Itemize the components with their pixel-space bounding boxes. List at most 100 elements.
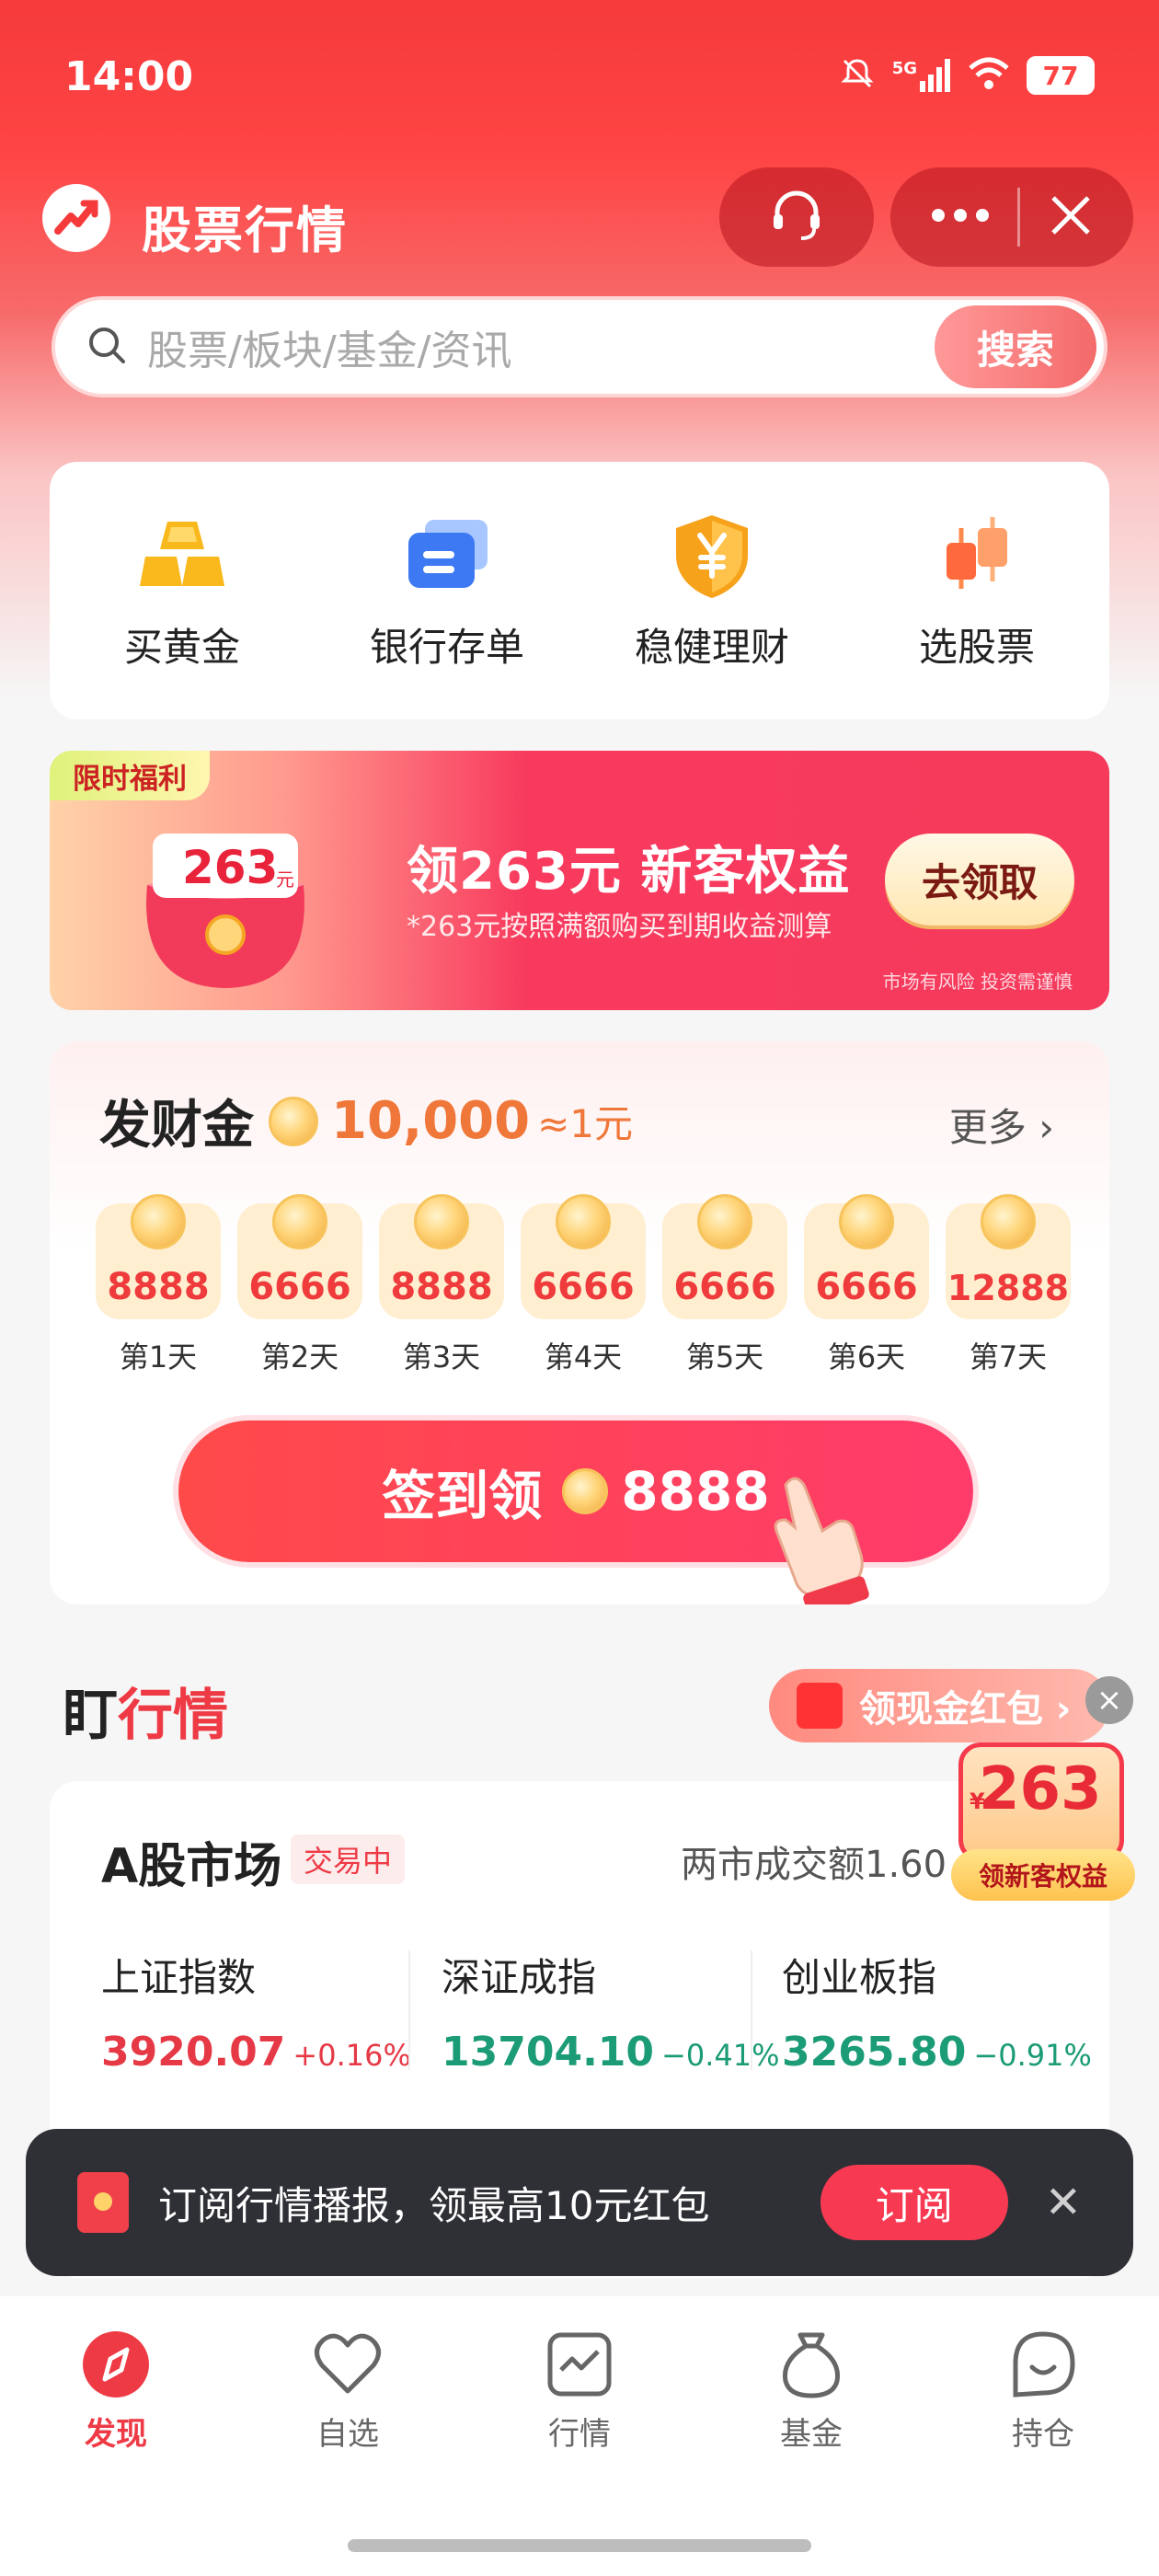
toast-text: 订阅行情播报，领最高10元红包: [158, 2182, 710, 2228]
quick-label: 买黄金: [123, 624, 240, 670]
battery-indicator: 77: [1027, 56, 1095, 95]
coin-icon: [414, 1194, 469, 1249]
checkin-days: 8888 第1天 6666 第2天 8888 第3天 6666 第4天 6666…: [96, 1194, 1071, 1376]
checkin-rate: ≈1元: [537, 1101, 634, 1146]
red-bag-icon: 263 元: [110, 821, 340, 995]
quick-item-gold[interactable]: 买黄金: [72, 510, 293, 673]
turnover-text: 两市成交额1.60: [681, 1844, 947, 1886]
day-label: 第2天: [260, 1340, 339, 1374]
nav-funds[interactable]: 基金: [719, 2329, 903, 2454]
checkin-amount: 10,000: [331, 1091, 531, 1151]
day-value: 8888: [107, 1266, 210, 1308]
more-options-icon[interactable]: [931, 208, 990, 226]
coin-icon: [562, 1468, 609, 1514]
checkin-button-amount: 8888: [621, 1460, 770, 1523]
quick-item-bank-deposit[interactable]: 银行存单: [337, 510, 557, 673]
nav-label: 持仓: [1012, 2416, 1074, 2453]
cash-redpack-button[interactable]: 领现金红包 ›: [769, 1669, 1109, 1742]
customer-service-button[interactable]: [719, 167, 874, 267]
pointing-hand-icon: [758, 1466, 887, 1616]
search-icon: [86, 325, 127, 369]
close-toast-icon[interactable]: ✕: [1045, 2177, 1082, 2228]
heart-icon: [313, 2329, 383, 2399]
day-item[interactable]: 8888 第3天: [379, 1194, 504, 1376]
signal-icon: 5G: [892, 59, 951, 92]
bag-unit: 元: [276, 868, 294, 891]
coin-icon: [269, 1096, 318, 1146]
home-indicator[interactable]: [348, 2539, 811, 2552]
search-input[interactable]: 股票/板块/基金/资讯: [147, 317, 935, 376]
divider: [1016, 188, 1020, 247]
checkin-title: 发财金: [99, 1096, 254, 1156]
index-shenzhen[interactable]: 深证成指 13704.10 −0.41%: [442, 1947, 780, 2076]
banner-subtitle: *263元按照满额购买到期收益测算: [407, 911, 832, 943]
day-label: 第1天: [119, 1340, 198, 1374]
red-envelope-icon: [77, 2172, 129, 2233]
nav-watchlist[interactable]: 自选: [256, 2329, 440, 2454]
quick-item-wealth[interactable]: 稳健理财: [602, 510, 822, 673]
new-user-float-promo[interactable]: ¥ 263 领新客权益: [951, 1742, 1135, 1901]
quick-menu: 买黄金 银行存单 稳健理财 选股票: [50, 462, 1109, 719]
day-item[interactable]: 6666 第2天: [237, 1194, 362, 1376]
search-bar[interactable]: 股票/板块/基金/资讯 搜索: [52, 296, 1107, 397]
quick-label: 选股票: [918, 624, 1035, 670]
index-chinext[interactable]: 创业板指 3265.80 −0.91%: [782, 1947, 1113, 2076]
nav-label: 基金: [780, 2416, 843, 2453]
day-item[interactable]: 12888 第7天: [946, 1194, 1071, 1376]
trading-status-badge: 交易中: [291, 1834, 406, 1884]
subscribe-button[interactable]: 订阅: [820, 2165, 1008, 2240]
index-name: 创业板指: [782, 1955, 937, 2000]
chart-icon: [545, 2329, 614, 2399]
claim-button[interactable]: 去领取: [885, 834, 1074, 926]
day-value: 6666: [248, 1266, 351, 1308]
nav-label: 自选: [316, 2416, 379, 2453]
index-value: 3265.80: [782, 2029, 967, 2076]
close-redpack-button[interactable]: ×: [1085, 1676, 1133, 1724]
mute-bell-icon: [839, 55, 876, 96]
bank-card-icon: [401, 510, 493, 602]
limited-offer-tag: 限时福利: [50, 751, 210, 800]
divider: [408, 1950, 410, 2070]
day-value: 8888: [390, 1266, 493, 1308]
index-change: −0.91%: [973, 2038, 1092, 2073]
compass-icon: [81, 2329, 151, 2399]
index-change: −0.41%: [661, 2038, 780, 2073]
promo-value: 263: [979, 1755, 1102, 1823]
quick-label: 银行存单: [369, 624, 524, 670]
promo-banner[interactable]: 限时福利 263 元 领263元 新客权益 *263元按照满额购买到期收益测算 …: [50, 751, 1109, 1010]
coin-icon: [697, 1194, 752, 1249]
nav-label: 发现: [85, 2416, 147, 2453]
nav-discover[interactable]: 发现: [24, 2329, 208, 2454]
redpack-label: 领现金红包 ›: [859, 1688, 1072, 1731]
day-value: 6666: [532, 1266, 635, 1308]
day-item[interactable]: 6666 第4天: [521, 1194, 646, 1376]
day-label: 第4天: [544, 1340, 623, 1374]
banner-title: 领263元 新客权益: [407, 842, 851, 902]
app-logo-icon: [42, 184, 110, 252]
subscribe-toast: 订阅行情播报，领最高10元红包 订阅 ✕: [26, 2129, 1133, 2276]
nav-market[interactable]: 行情: [488, 2329, 671, 2454]
day-label: 第5天: [685, 1340, 764, 1374]
quick-item-stocks[interactable]: 选股票: [866, 510, 1087, 673]
page-title: 股票行情: [142, 201, 348, 259]
index-name: 上证指数: [101, 1955, 257, 2000]
day-value: 6666: [815, 1266, 918, 1308]
nav-holdings[interactable]: 持仓: [951, 2329, 1135, 2454]
coin-icon: [272, 1194, 327, 1249]
checkin-header: 发财金 10,000 ≈1元: [99, 1084, 633, 1158]
index-value: 3920.07: [101, 2029, 286, 2076]
index-shanghai[interactable]: 上证指数 3920.07 +0.16%: [101, 1947, 432, 2076]
checkin-button-label: 签到领: [382, 1465, 543, 1527]
search-button[interactable]: 搜索: [935, 305, 1096, 388]
risk-disclaimer: 市场有风险 投资需谨慎: [882, 971, 1073, 993]
more-link[interactable]: 更多 ›: [949, 1097, 1054, 1153]
day-item[interactable]: 6666 第6天: [804, 1194, 929, 1376]
close-icon[interactable]: [1048, 192, 1094, 242]
smile-chat-icon: [1008, 2329, 1078, 2399]
candlestick-icon: [931, 510, 1023, 602]
day-label: 第7天: [969, 1340, 1048, 1374]
gold-bars-icon: [136, 510, 228, 602]
promo-button[interactable]: 领新客权益: [951, 1849, 1135, 1901]
day-item[interactable]: 6666 第5天: [662, 1194, 787, 1376]
day-item[interactable]: 8888 第1天: [96, 1194, 221, 1376]
